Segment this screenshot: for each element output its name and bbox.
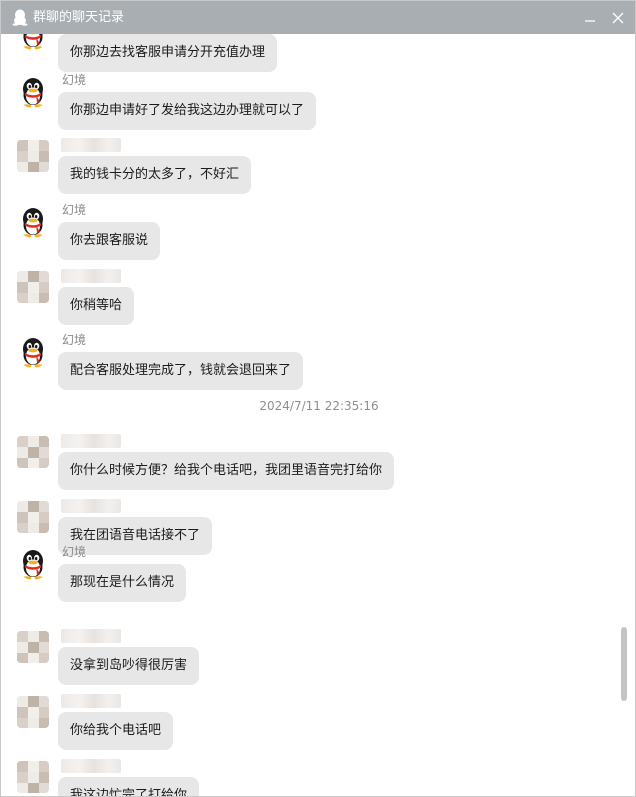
close-button[interactable] bbox=[607, 7, 629, 29]
blurred-avatar[interactable] bbox=[17, 436, 49, 468]
qq-penguin-avatar-icon[interactable] bbox=[17, 206, 49, 238]
blurred-sender-name bbox=[61, 434, 121, 448]
avatar-pixel bbox=[39, 783, 49, 793]
chat-message: 幻境你那边申请好了发给我这边办理就可以了 bbox=[1, 72, 611, 132]
avatar-pixel bbox=[39, 653, 49, 663]
avatar-pixel bbox=[39, 458, 49, 468]
qq-penguin-avatar-icon[interactable] bbox=[17, 76, 49, 108]
chat-message: 幻境那现在是什么情况 bbox=[1, 544, 611, 604]
chat-message: 没拿到岛吵得很厉害 bbox=[1, 627, 611, 687]
message-bubble[interactable]: 配合客服处理完成了，钱就会退回来了 bbox=[58, 352, 304, 390]
blurred-sender-name bbox=[61, 694, 121, 708]
message-timestamp: 2024/7/11 22:35:16 bbox=[259, 399, 379, 413]
minimize-button[interactable] bbox=[579, 7, 601, 29]
message-bubble[interactable]: 你什么时候方便？给我个电话吧，我团里语音完打给你 bbox=[58, 452, 395, 490]
chat-message: 你给我个电话吧 bbox=[1, 692, 611, 752]
chat-history-window: 群聊的聊天记录 你那边去找客服申请分开充值办理 幻境你那边申请好了发给我这边办理… bbox=[0, 0, 636, 797]
blurred-avatar[interactable] bbox=[17, 501, 49, 533]
blurred-avatar[interactable] bbox=[17, 761, 49, 793]
blurred-avatar[interactable] bbox=[17, 140, 49, 172]
blurred-sender-name bbox=[61, 759, 121, 773]
blurred-sender-name bbox=[61, 499, 121, 513]
chat-message: 幻境配合客服处理完成了，钱就会退回来了 bbox=[1, 332, 611, 392]
message-bubble[interactable]: 我的钱卡分的太多了，不好汇 bbox=[58, 156, 252, 194]
sender-name: 幻境 bbox=[62, 545, 87, 559]
blurred-sender-name bbox=[61, 138, 121, 152]
message-bubble[interactable]: 你那边申请好了发给我这边办理就可以了 bbox=[58, 92, 317, 130]
blurred-sender-name bbox=[61, 269, 121, 283]
chat-message: 你那边去找客服申请分开充值办理 bbox=[1, 34, 611, 74]
message-bubble[interactable]: 你去跟客服说 bbox=[58, 222, 161, 260]
avatar-pixel bbox=[39, 523, 49, 533]
chat-message: 我这边忙完了打给你 bbox=[1, 757, 611, 796]
message-bubble[interactable]: 我这边忙完了打给你 bbox=[58, 777, 200, 796]
chat-message: 你稍等哈 bbox=[1, 267, 611, 327]
message-bubble[interactable]: 你那边去找客服申请分开充值办理 bbox=[58, 34, 278, 72]
chat-message: 幻境你去跟客服说 bbox=[1, 202, 611, 262]
message-list[interactable]: 你那边去找客服申请分开充值办理 幻境 你那边申请好了发给我这边办理就可以了 我的钱卡… bbox=[1, 34, 635, 796]
chat-message: 你什么时候方便？给我个电话吧，我团里语音完打给你 bbox=[1, 432, 611, 492]
message-bubble[interactable]: 那现在是什么情况 bbox=[58, 564, 187, 602]
avatar-pixel bbox=[39, 293, 49, 303]
sender-name: 幻境 bbox=[62, 73, 87, 87]
window-title: 群聊的聊天记录 bbox=[33, 10, 125, 25]
title-bar[interactable]: 群聊的聊天记录 bbox=[1, 1, 635, 34]
chat-message: 我的钱卡分的太多了，不好汇 bbox=[1, 136, 611, 196]
message-bubble[interactable]: 你给我个电话吧 bbox=[58, 712, 174, 750]
message-bubble[interactable]: 你稍等哈 bbox=[58, 287, 135, 325]
sender-name: 幻境 bbox=[62, 333, 87, 347]
blurred-avatar[interactable] bbox=[17, 271, 49, 303]
minimize-icon bbox=[579, 7, 601, 29]
blurred-avatar[interactable] bbox=[17, 696, 49, 728]
avatar-pixel bbox=[39, 718, 49, 728]
message-bubble[interactable]: 没拿到岛吵得很厉害 bbox=[58, 647, 200, 685]
qq-penguin-avatar-icon[interactable] bbox=[17, 548, 49, 580]
qq-penguin-avatar-icon[interactable] bbox=[17, 34, 49, 50]
scrollbar-thumb[interactable] bbox=[621, 627, 627, 701]
qq-logo-icon bbox=[12, 9, 28, 26]
qq-penguin-avatar-icon[interactable] bbox=[17, 336, 49, 368]
blurred-sender-name bbox=[61, 629, 121, 643]
avatar-pixel bbox=[39, 162, 49, 172]
close-icon bbox=[607, 7, 629, 29]
sender-name: 幻境 bbox=[62, 203, 87, 217]
blurred-avatar[interactable] bbox=[17, 631, 49, 663]
